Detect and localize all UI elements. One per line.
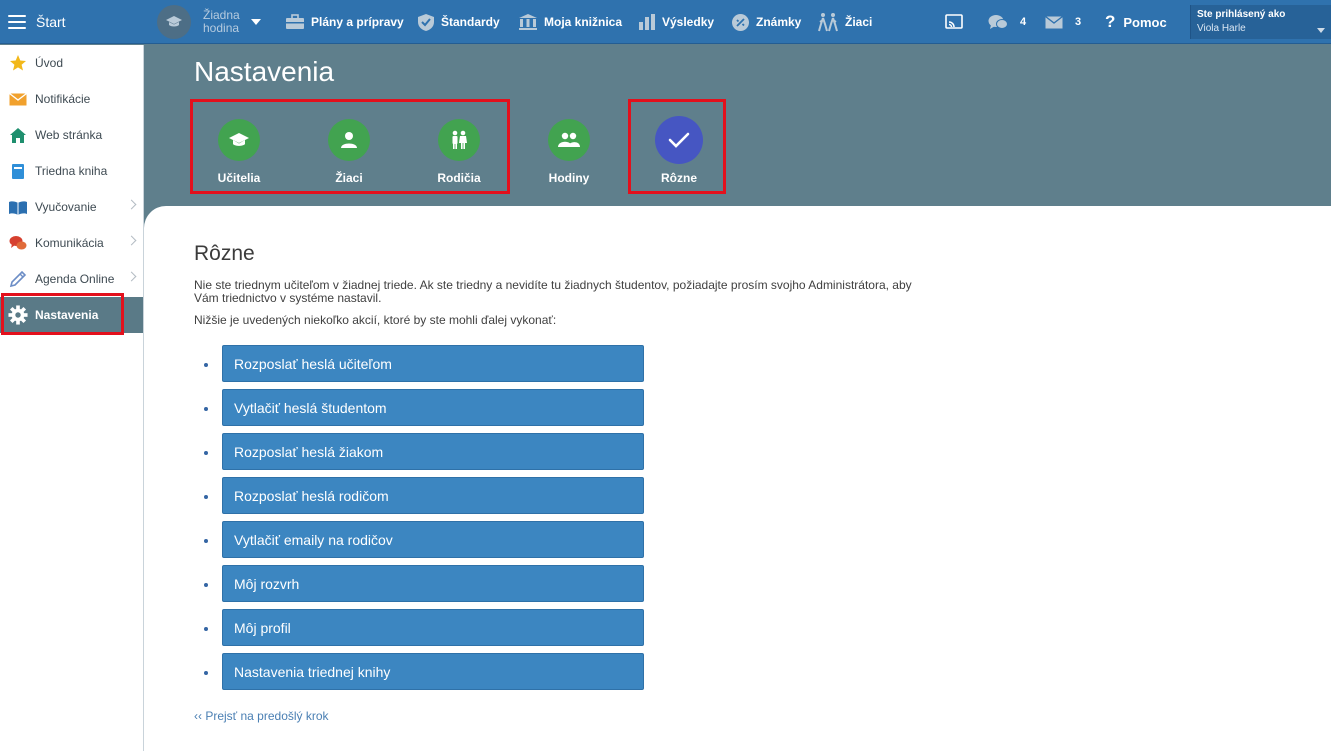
sidebar-item-komunikacia[interactable]: Komunikácia [0, 225, 143, 261]
messages-button[interactable]: 4 [988, 0, 1026, 44]
sidebar-item-label: Triedna kniha [35, 164, 108, 178]
nav-standards-label: Štandardy [441, 15, 500, 29]
class-book-settings-button[interactable]: Nastavenia triednej knihy [222, 653, 644, 690]
chevron-down-icon [251, 19, 261, 25]
sidebar-item-agenda-online[interactable]: Agenda Online [0, 261, 143, 297]
nav-standards[interactable]: Štandardy [417, 0, 500, 44]
highlight-box [1, 293, 124, 335]
nav-students[interactable]: Žiaci [817, 0, 872, 44]
chevron-right-icon [126, 199, 137, 210]
section-title: Rôzne [194, 242, 255, 265]
nav-students-label: Žiaci [845, 15, 873, 29]
sidebar-item-triedna-kniha[interactable]: Triedna kniha [0, 153, 143, 189]
top-navigation-bar: Štart Žiadna hodina Plány a prípravy Šta… [0, 0, 1331, 44]
chevron-down-icon [1317, 28, 1325, 33]
content-card: Rôzne Nie ste triednym učiteľom v žiadne… [144, 206, 1331, 751]
logged-as-label: Ste prihlásený ako [1197, 9, 1286, 20]
sidebar-item-uvod[interactable]: Úvod [0, 45, 143, 81]
sidebar: Úvod Notifikácie Web stránka Triedna kni… [0, 45, 144, 751]
my-timetable-button[interactable]: Môj rozvrh [222, 565, 644, 602]
sidebar-item-web-stranka[interactable]: Web stránka [0, 117, 143, 153]
nav-library-label: Moja knižnica [544, 15, 623, 29]
tab-hodiny[interactable]: Hodiny [527, 119, 611, 185]
cast-icon [945, 14, 963, 29]
intro-text: Nie ste triednym učiteľom v žiadnej trie… [194, 278, 912, 305]
user-name: Viola Harle [1197, 23, 1246, 34]
nav-plans-label: Plány a prípravy [311, 15, 404, 29]
user-menu[interactable]: Ste prihlásený ako Viola Harle [1190, 5, 1331, 39]
start-menu-button[interactable]: Štart [0, 0, 144, 44]
highlight-box [190, 99, 510, 194]
pencil-icon [8, 269, 28, 289]
page-title: Nastavenia [194, 56, 335, 87]
sidebar-item-label: Notifikácie [35, 92, 91, 106]
book-icon [8, 161, 28, 181]
send-teacher-passwords-button[interactable]: Rozposlať heslá učiteľom [222, 345, 644, 382]
print-student-passwords-button[interactable]: Vytlačiť heslá študentom [222, 389, 644, 426]
my-profile-button[interactable]: Môj profil [222, 609, 644, 646]
grades-icon [732, 13, 749, 31]
class-selector[interactable]: Žiadna hodina [157, 4, 261, 40]
mail-button[interactable]: 3 [1045, 0, 1081, 44]
nav-plans[interactable]: Plány a prípravy [285, 0, 404, 44]
intro-text-secondary: Nižšie je uvedených niekoľko akcií, ktor… [194, 313, 557, 327]
envelope-icon [1045, 15, 1063, 28]
home-icon [8, 125, 28, 145]
sidebar-item-label: Vyučovanie [35, 200, 97, 214]
messages-count: 4 [1020, 16, 1027, 28]
previous-step-link[interactable]: ‹‹ Prejsť na predošlý krok [194, 709, 329, 723]
sidebar-item-label: Web stránka [35, 128, 103, 142]
envelope-icon [8, 89, 28, 109]
graduation-cap-icon [157, 5, 191, 39]
nav-library[interactable]: Moja knižnica [518, 0, 622, 44]
highlight-box [628, 99, 726, 194]
nav-grades[interactable]: Známky [731, 0, 801, 44]
print-parent-emails-button[interactable]: Vytlačiť emaily na rodičov [222, 521, 644, 558]
sidebar-item-label: Úvod [35, 56, 64, 70]
open-book-icon [8, 197, 28, 217]
bar-chart-icon [639, 14, 655, 30]
class-selector-label: Žiadna hodina [203, 8, 240, 35]
sidebar-item-notifikacie[interactable]: Notifikácie [0, 81, 143, 117]
chat-icon [8, 233, 28, 253]
chat-bubbles-icon [988, 14, 1008, 29]
nav-results-label: Výsledky [662, 15, 715, 29]
start-label: Štart [36, 14, 66, 30]
sidebar-item-vyucovanie[interactable]: Vyučovanie [0, 189, 143, 225]
nav-grades-label: Známky [756, 15, 802, 29]
chevron-right-icon [126, 235, 137, 246]
library-icon [519, 14, 537, 30]
cast-button[interactable] [945, 0, 969, 44]
send-pupil-passwords-button[interactable]: Rozposlať heslá žiakom [222, 433, 644, 470]
mail-count: 3 [1075, 16, 1082, 28]
star-icon [8, 53, 28, 73]
question-mark-icon: ? [1105, 12, 1116, 31]
send-parent-passwords-button[interactable]: Rozposlať heslá rodičom [222, 477, 644, 514]
help-button[interactable]: ? Pomoc [1105, 0, 1167, 44]
help-label: Pomoc [1123, 14, 1167, 30]
briefcase-icon [286, 14, 304, 29]
sidebar-item-label: Agenda Online [35, 272, 115, 286]
tab-label: Hodiny [548, 171, 590, 185]
sidebar-item-label: Komunikácia [35, 236, 104, 250]
nav-results[interactable]: Výsledky [638, 0, 714, 44]
chevron-right-icon [126, 271, 137, 282]
group-icon [548, 119, 590, 161]
hamburger-icon [8, 15, 26, 29]
shield-icon [418, 13, 434, 31]
walking-students-icon [818, 13, 838, 32]
